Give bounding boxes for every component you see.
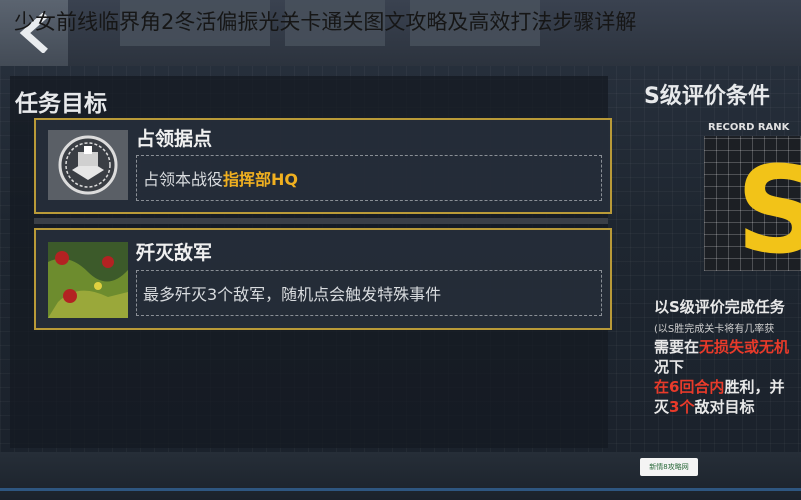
- desc-highlight: 指挥部HQ: [223, 170, 299, 189]
- record-rank-label: RECORD RANK: [708, 122, 790, 133]
- objective-name: 歼灭敌军: [136, 242, 213, 264]
- rank-condition-note: (以S胜完成关卡将有几率获: [654, 324, 775, 335]
- condition-highlight: 3个: [669, 398, 695, 416]
- card-divider: [34, 218, 608, 224]
- condition-text: 胜利，并: [724, 378, 785, 396]
- rank-letter: S: [736, 142, 801, 281]
- rank-condition-line: 在6回合内胜利，并: [654, 376, 784, 397]
- objective-desc: 占领本战役指挥部HQ: [143, 166, 298, 190]
- condition-highlight: 在6回合内: [654, 378, 725, 396]
- rank-condition-title: 以S级评价完成任务: [654, 298, 785, 316]
- bottom-glow-line: [0, 488, 801, 491]
- objective-desc-box: 最多歼灭3个敌军，随机点会触发特殊事件: [136, 270, 602, 316]
- article-title: 少女前线临界角2冬活偏振光关卡通关图文攻略及高效打法步骤详解: [14, 10, 637, 34]
- map-thumbnail-icon: [48, 242, 128, 318]
- objective-name: 占领据点: [136, 128, 213, 150]
- condition-highlight: 无损失或无机: [699, 338, 790, 356]
- mission-panel: 任务目标 占领据点 占领本战役指挥部HQ 歼灭敌军 最多歼灭3个敌军，随机点会触…: [10, 76, 612, 448]
- rank-condition-line: 灭3个敌对目标: [654, 396, 754, 417]
- desc-text: 占领本战役: [143, 170, 224, 189]
- objective-card[interactable]: 占领据点 占领本战役指挥部HQ: [34, 118, 612, 214]
- watermark-logo: 新情8攻略网: [640, 458, 698, 476]
- mission-title: 任务目标: [15, 91, 107, 117]
- condition-text: 敌对目标: [694, 398, 755, 416]
- objective-desc: 最多歼灭3个敌军，随机点会触发特殊事件: [143, 285, 442, 304]
- rank-title: S级评价条件: [644, 84, 770, 109]
- condition-text: 灭: [654, 398, 670, 416]
- objective-desc-box: 占领本战役指挥部HQ: [136, 155, 602, 201]
- objective-card[interactable]: 歼灭敌军 最多歼灭3个敌军，随机点会触发特殊事件: [34, 228, 612, 330]
- rank-panel: S级评价条件 RECORD RANK S 以S级评价完成任务 (以S胜完成关卡将…: [640, 76, 801, 448]
- hq-building-icon: [48, 130, 128, 200]
- rank-condition-line: 需要在无损失或无机: [654, 336, 789, 357]
- rank-condition-line: 况下: [654, 358, 685, 376]
- condition-text: 需要在: [654, 338, 700, 356]
